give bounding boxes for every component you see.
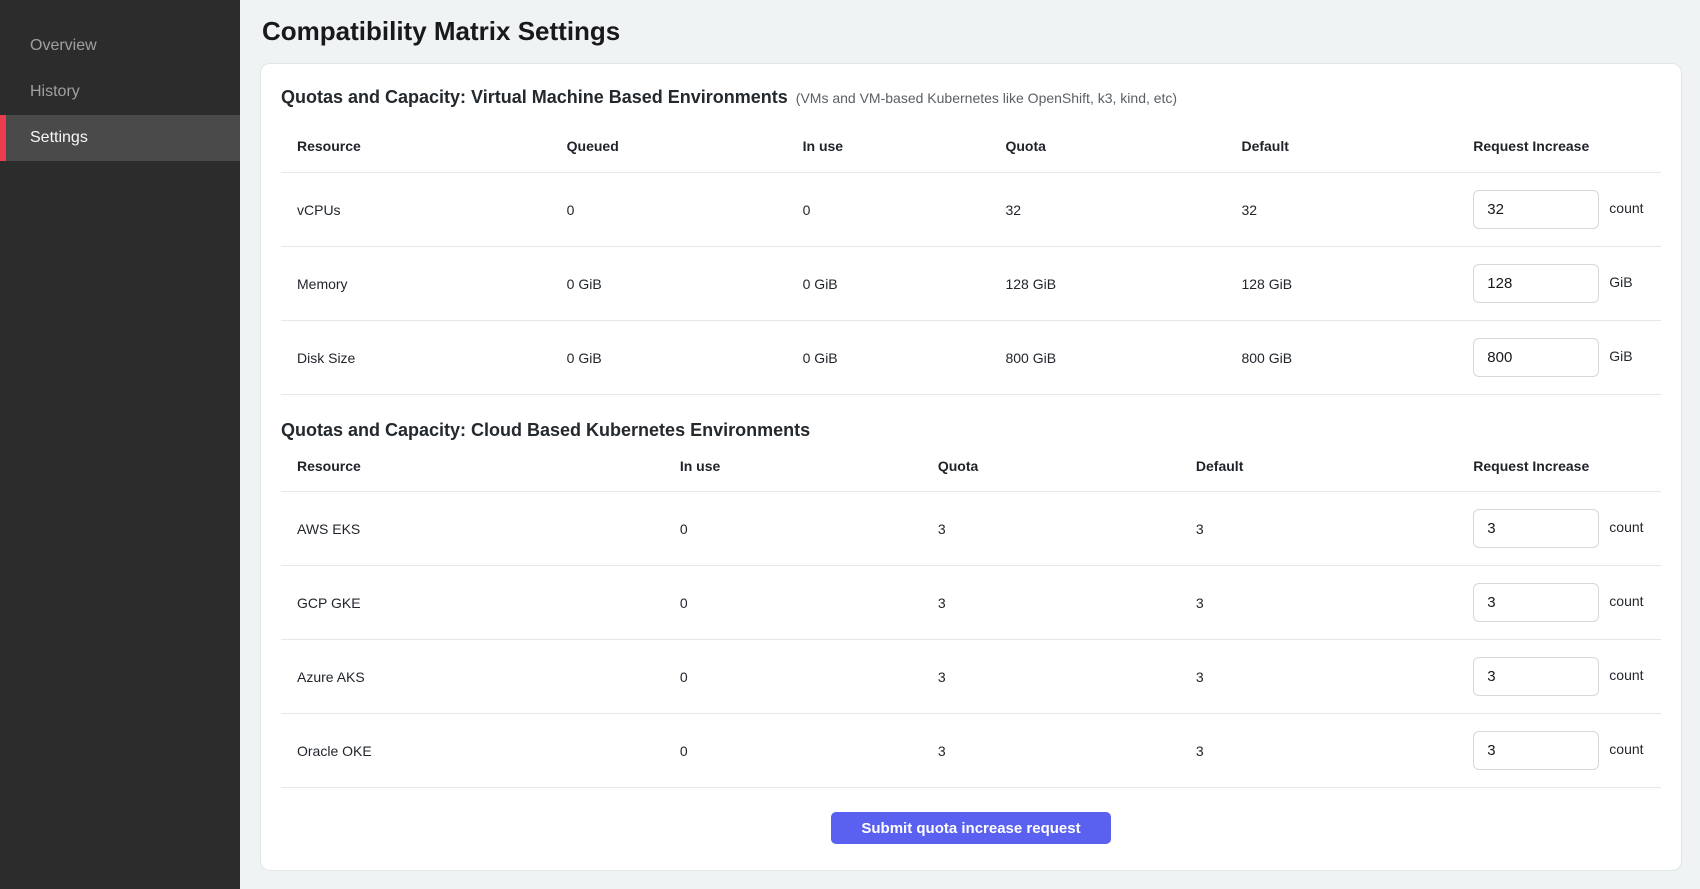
column-header-in-use: In use — [803, 109, 1006, 173]
queued-cell: 0 GiB — [567, 321, 803, 395]
table-row-vcpus: vCPUs 0 0 32 32 count — [281, 173, 1661, 247]
in-use-cell: 0 — [803, 173, 1006, 247]
table-row-aws-eks: AWS EKS 0 3 3 count — [281, 492, 1661, 566]
default-cell: 128 GiB — [1241, 247, 1473, 321]
resource-cell: AWS EKS — [281, 492, 680, 566]
resource-cell: Oracle OKE — [281, 714, 680, 788]
gcp-gke-request-input[interactable] — [1473, 583, 1599, 622]
column-header-resource: Resource — [281, 109, 567, 173]
vcpus-request-input[interactable] — [1473, 190, 1599, 229]
column-header-quota: Quota — [1005, 109, 1241, 173]
unit-label: count — [1609, 667, 1643, 683]
azure-aks-request-input[interactable] — [1473, 657, 1599, 696]
in-use-cell: 0 GiB — [803, 321, 1006, 395]
table-row-oracle-oke: Oracle OKE 0 3 3 count — [281, 714, 1661, 788]
oracle-oke-request-input[interactable] — [1473, 731, 1599, 770]
column-header-request-increase: Request Increase — [1473, 109, 1661, 173]
column-header-request-increase: Request Increase — [1473, 441, 1661, 492]
aws-eks-request-input[interactable] — [1473, 509, 1599, 548]
settings-card: Quotas and Capacity: Virtual Machine Bas… — [260, 63, 1682, 871]
quota-cell: 3 — [938, 492, 1196, 566]
unit-label: count — [1609, 200, 1643, 216]
default-cell: 3 — [1196, 640, 1473, 714]
default-cell: 3 — [1196, 714, 1473, 788]
default-cell: 800 GiB — [1241, 321, 1473, 395]
resource-cell: GCP GKE — [281, 566, 680, 640]
resource-cell: Disk Size — [281, 321, 567, 395]
queued-cell: 0 — [567, 173, 803, 247]
default-cell: 3 — [1196, 492, 1473, 566]
resource-cell: Azure AKS — [281, 640, 680, 714]
submit-quota-increase-button[interactable]: Submit quota increase request — [831, 812, 1111, 844]
sidebar-item-overview[interactable]: Overview — [0, 23, 240, 69]
in-use-cell: 0 — [680, 714, 938, 788]
table-row-disk-size: Disk Size 0 GiB 0 GiB 800 GiB 800 GiB Gi… — [281, 321, 1661, 395]
disk-size-request-input[interactable] — [1473, 338, 1599, 377]
vm-table-header-row: Resource Queued In use Quota Default Req… — [281, 109, 1661, 173]
unit-label: GiB — [1609, 348, 1632, 364]
table-row-memory: Memory 0 GiB 0 GiB 128 GiB 128 GiB GiB — [281, 247, 1661, 321]
quota-cell: 3 — [938, 566, 1196, 640]
default-cell: 32 — [1241, 173, 1473, 247]
main-content: Compatibility Matrix Settings Quotas and… — [240, 0, 1700, 889]
page-title: Compatibility Matrix Settings — [262, 16, 1682, 46]
column-header-in-use: In use — [680, 441, 938, 492]
cloud-quota-table: Resource In use Quota Default Request In… — [281, 441, 1661, 788]
vm-quota-table: Resource Queued In use Quota Default Req… — [281, 109, 1661, 395]
column-header-queued: Queued — [567, 109, 803, 173]
sidebar-item-settings[interactable]: Settings — [0, 115, 240, 161]
unit-label: count — [1609, 593, 1643, 609]
quota-cell: 3 — [938, 714, 1196, 788]
unit-label: count — [1609, 519, 1643, 535]
unit-label: count — [1609, 741, 1643, 757]
table-row-gcp-gke: GCP GKE 0 3 3 count — [281, 566, 1661, 640]
column-header-default: Default — [1196, 441, 1473, 492]
cloud-table-header-row: Resource In use Quota Default Request In… — [281, 441, 1661, 492]
quota-cell: 32 — [1005, 173, 1241, 247]
default-cell: 3 — [1196, 566, 1473, 640]
quota-cell: 128 GiB — [1005, 247, 1241, 321]
queued-cell: 0 GiB — [567, 247, 803, 321]
column-header-default: Default — [1241, 109, 1473, 173]
in-use-cell: 0 GiB — [803, 247, 1006, 321]
in-use-cell: 0 — [680, 566, 938, 640]
vm-section-heading: Quotas and Capacity: Virtual Machine Bas… — [281, 86, 1661, 109]
button-row: Submit quota increase request — [281, 812, 1661, 844]
cloud-section-heading: Quotas and Capacity: Cloud Based Kuberne… — [281, 419, 1661, 441]
column-header-quota: Quota — [938, 441, 1196, 492]
resource-cell: vCPUs — [281, 173, 567, 247]
sidebar-item-history[interactable]: History — [0, 69, 240, 115]
vm-section-heading-text: Quotas and Capacity: Virtual Machine Bas… — [281, 87, 788, 107]
table-row-azure-aks: Azure AKS 0 3 3 count — [281, 640, 1661, 714]
memory-request-input[interactable] — [1473, 264, 1599, 303]
in-use-cell: 0 — [680, 492, 938, 566]
quota-cell: 3 — [938, 640, 1196, 714]
column-header-resource: Resource — [281, 441, 680, 492]
quota-cell: 800 GiB — [1005, 321, 1241, 395]
sidebar: Overview History Settings — [0, 0, 240, 889]
unit-label: GiB — [1609, 274, 1632, 290]
in-use-cell: 0 — [680, 640, 938, 714]
resource-cell: Memory — [281, 247, 567, 321]
vm-section-subtitle: (VMs and VM-based Kubernetes like OpenSh… — [796, 90, 1177, 106]
